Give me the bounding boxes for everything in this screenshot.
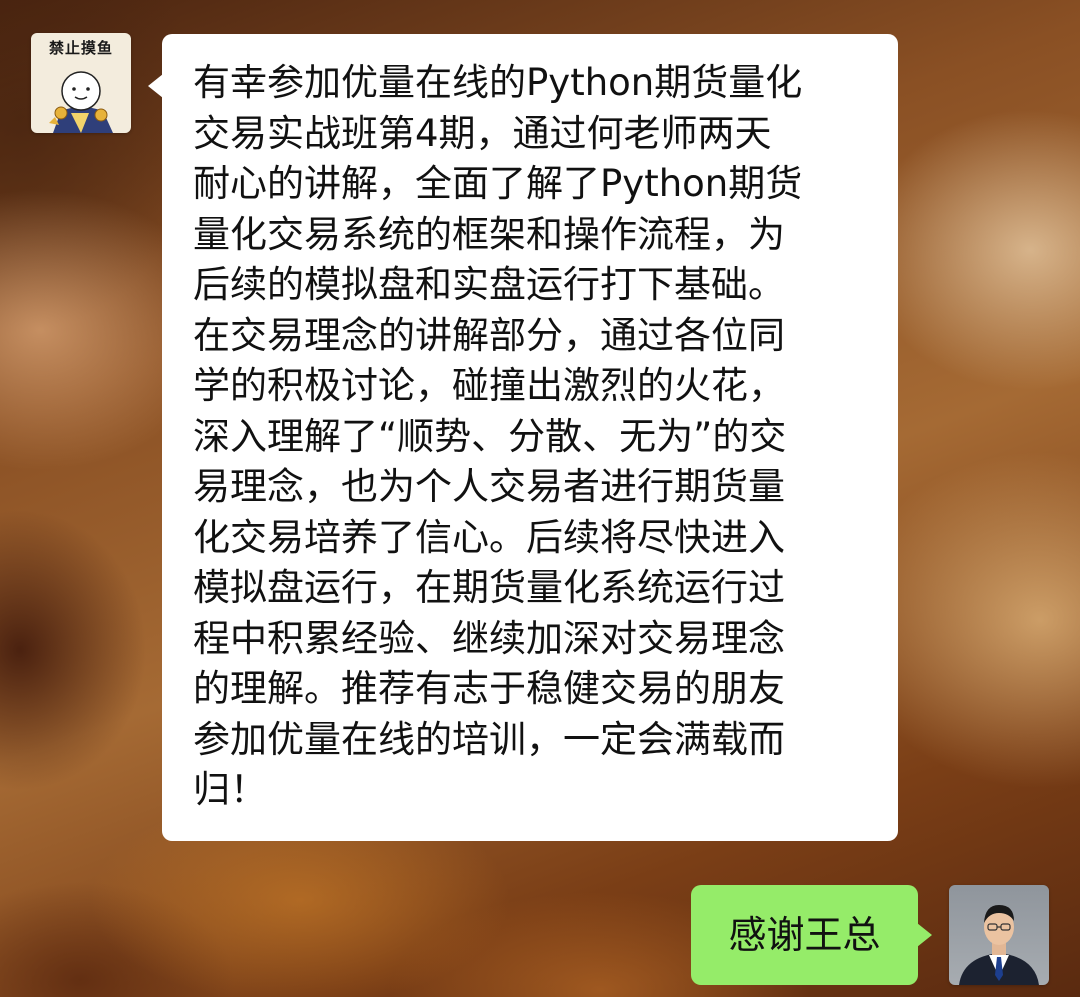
sticker-avatar-icon xyxy=(49,71,113,133)
contact-avatar[interactable]: 禁止摸鱼 xyxy=(31,33,131,133)
self-avatar[interactable] xyxy=(949,885,1049,985)
outgoing-message-bubble[interactable]: 感谢王总 xyxy=(691,885,932,985)
incoming-message-bubble[interactable]: 有幸参加优量在线的Python期货量化 交易实战班第4期，通过何老师两天 耐心的… xyxy=(148,34,898,841)
person-avatar-icon xyxy=(959,905,1039,985)
incoming-message-text: 有幸参加优量在线的Python期货量化 交易实战班第4期，通过何老师两天 耐心的… xyxy=(193,61,803,811)
outgoing-message-text: 感谢王总 xyxy=(728,913,881,957)
